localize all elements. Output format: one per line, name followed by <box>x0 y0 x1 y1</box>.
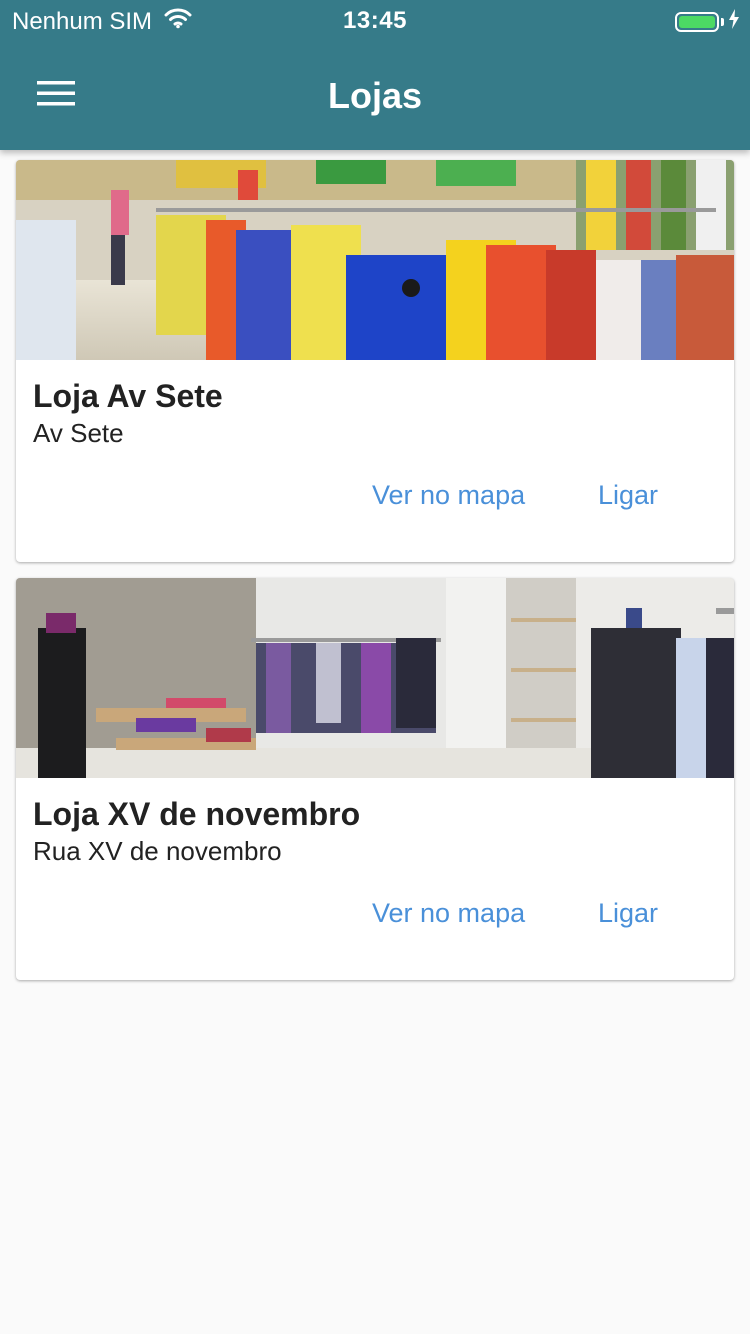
app-screen: Nenhum SIM 13:45 Lojas Loja Av Sete Av S… <box>0 0 750 1334</box>
store-card: Loja XV de novembro Rua XV de novembro V… <box>16 578 734 980</box>
store-name: Loja Av Sete <box>33 378 223 414</box>
store-name: Loja XV de novembro <box>33 796 361 832</box>
call-button[interactable]: Ligar <box>598 480 658 511</box>
page-title: Lojas <box>327 75 423 116</box>
store-card: Loja Av Sete Av Sete Ver no mapa Ligar <box>16 160 734 562</box>
view-on-map-button[interactable]: Ver no mapa <box>372 898 525 929</box>
status-time: 13:45 <box>343 7 407 34</box>
view-on-map-button[interactable]: Ver no mapa <box>372 480 525 511</box>
status-bar: Nenhum SIM 13:45 <box>0 0 750 40</box>
call-button[interactable]: Ligar <box>598 898 658 929</box>
battery-indicator <box>675 8 740 36</box>
battery-level <box>679 16 715 28</box>
store-image <box>16 160 734 360</box>
store-address: Rua XV de novembro <box>33 836 282 866</box>
store-image <box>16 578 734 778</box>
toolbar: Lojas <box>0 40 750 150</box>
app-header: Nenhum SIM 13:45 Lojas <box>0 0 750 150</box>
battery-icon <box>675 12 719 32</box>
store-address: Av Sete <box>33 418 124 448</box>
charging-bolt-icon <box>728 8 740 36</box>
battery-nub <box>721 18 724 26</box>
